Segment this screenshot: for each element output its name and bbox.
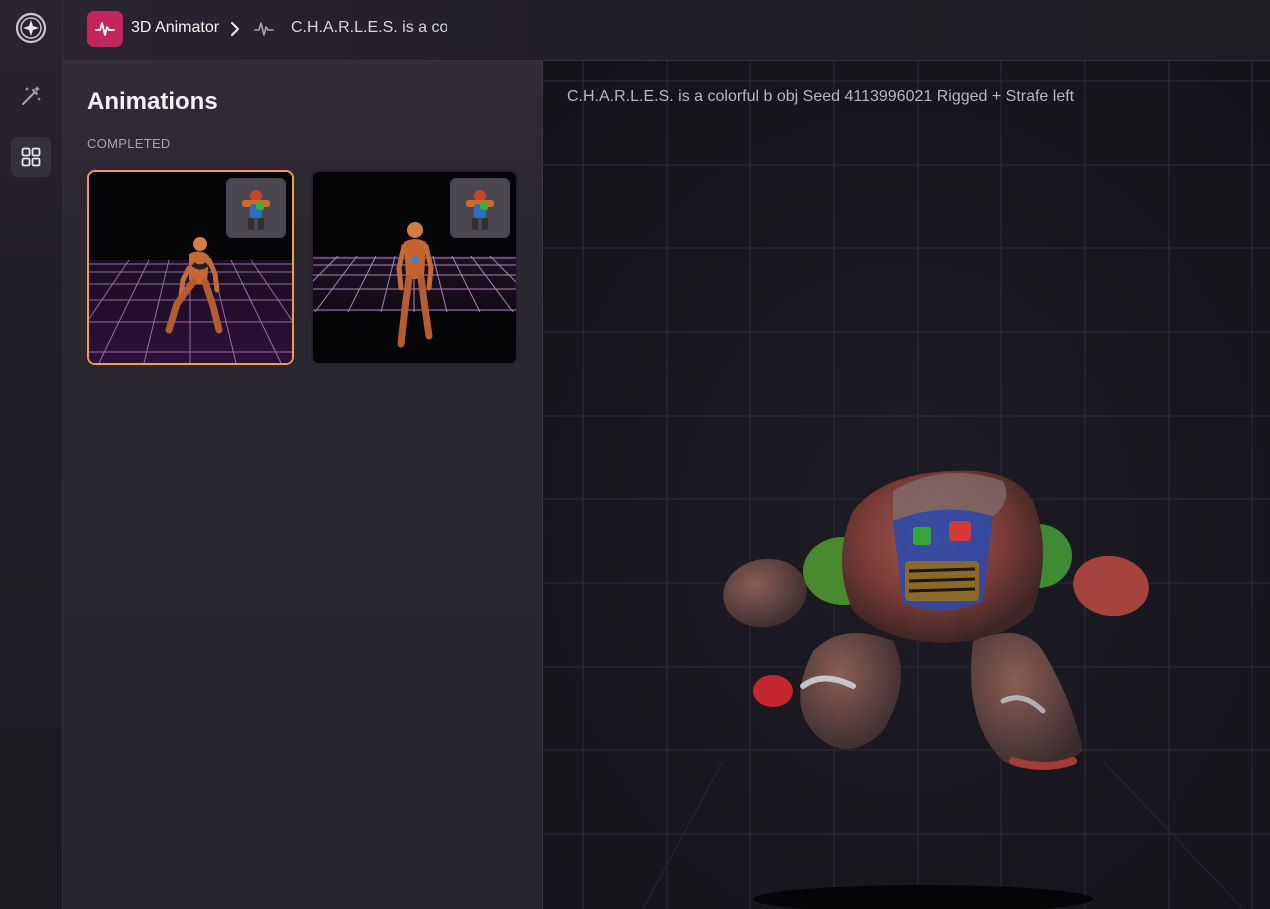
character-thumbnail bbox=[450, 178, 510, 238]
breadcrumb-current[interactable]: C.H.A.R.L.E.S. is a colorful bbox=[291, 19, 447, 37]
character-thumbnail bbox=[226, 178, 286, 238]
animation-card[interactable] bbox=[311, 170, 518, 365]
app-title[interactable]: 3D Animator bbox=[131, 19, 219, 37]
chevron-right-icon bbox=[230, 21, 240, 37]
top-bar: 3D Animator C.H.A.R.L.E.S. is a colorful bbox=[63, 0, 1270, 61]
logo-compass-icon[interactable] bbox=[11, 8, 51, 48]
page-title: Animations bbox=[87, 88, 218, 115]
grid-icon[interactable] bbox=[11, 137, 51, 177]
app-badge[interactable] bbox=[87, 11, 123, 47]
3d-viewport[interactable]: C.H.A.R.L.E.S. is a colorful b obj Seed … bbox=[543, 61, 1270, 909]
3d-character-model bbox=[723, 470, 1149, 770]
model-caption: C.H.A.R.L.E.S. is a colorful b obj Seed … bbox=[567, 88, 1075, 105]
animations-panel: Animations COMPLETED bbox=[63, 61, 543, 909]
magic-wand-icon[interactable] bbox=[11, 76, 51, 116]
waveform-icon bbox=[254, 22, 274, 36]
waveform-icon bbox=[95, 22, 115, 36]
animation-card[interactable] bbox=[87, 170, 294, 365]
section-label-completed: COMPLETED bbox=[87, 136, 171, 151]
app-window: 3D Animator C.H.A.R.L.E.S. is a colorful… bbox=[0, 0, 1270, 909]
left-rail bbox=[0, 0, 63, 909]
